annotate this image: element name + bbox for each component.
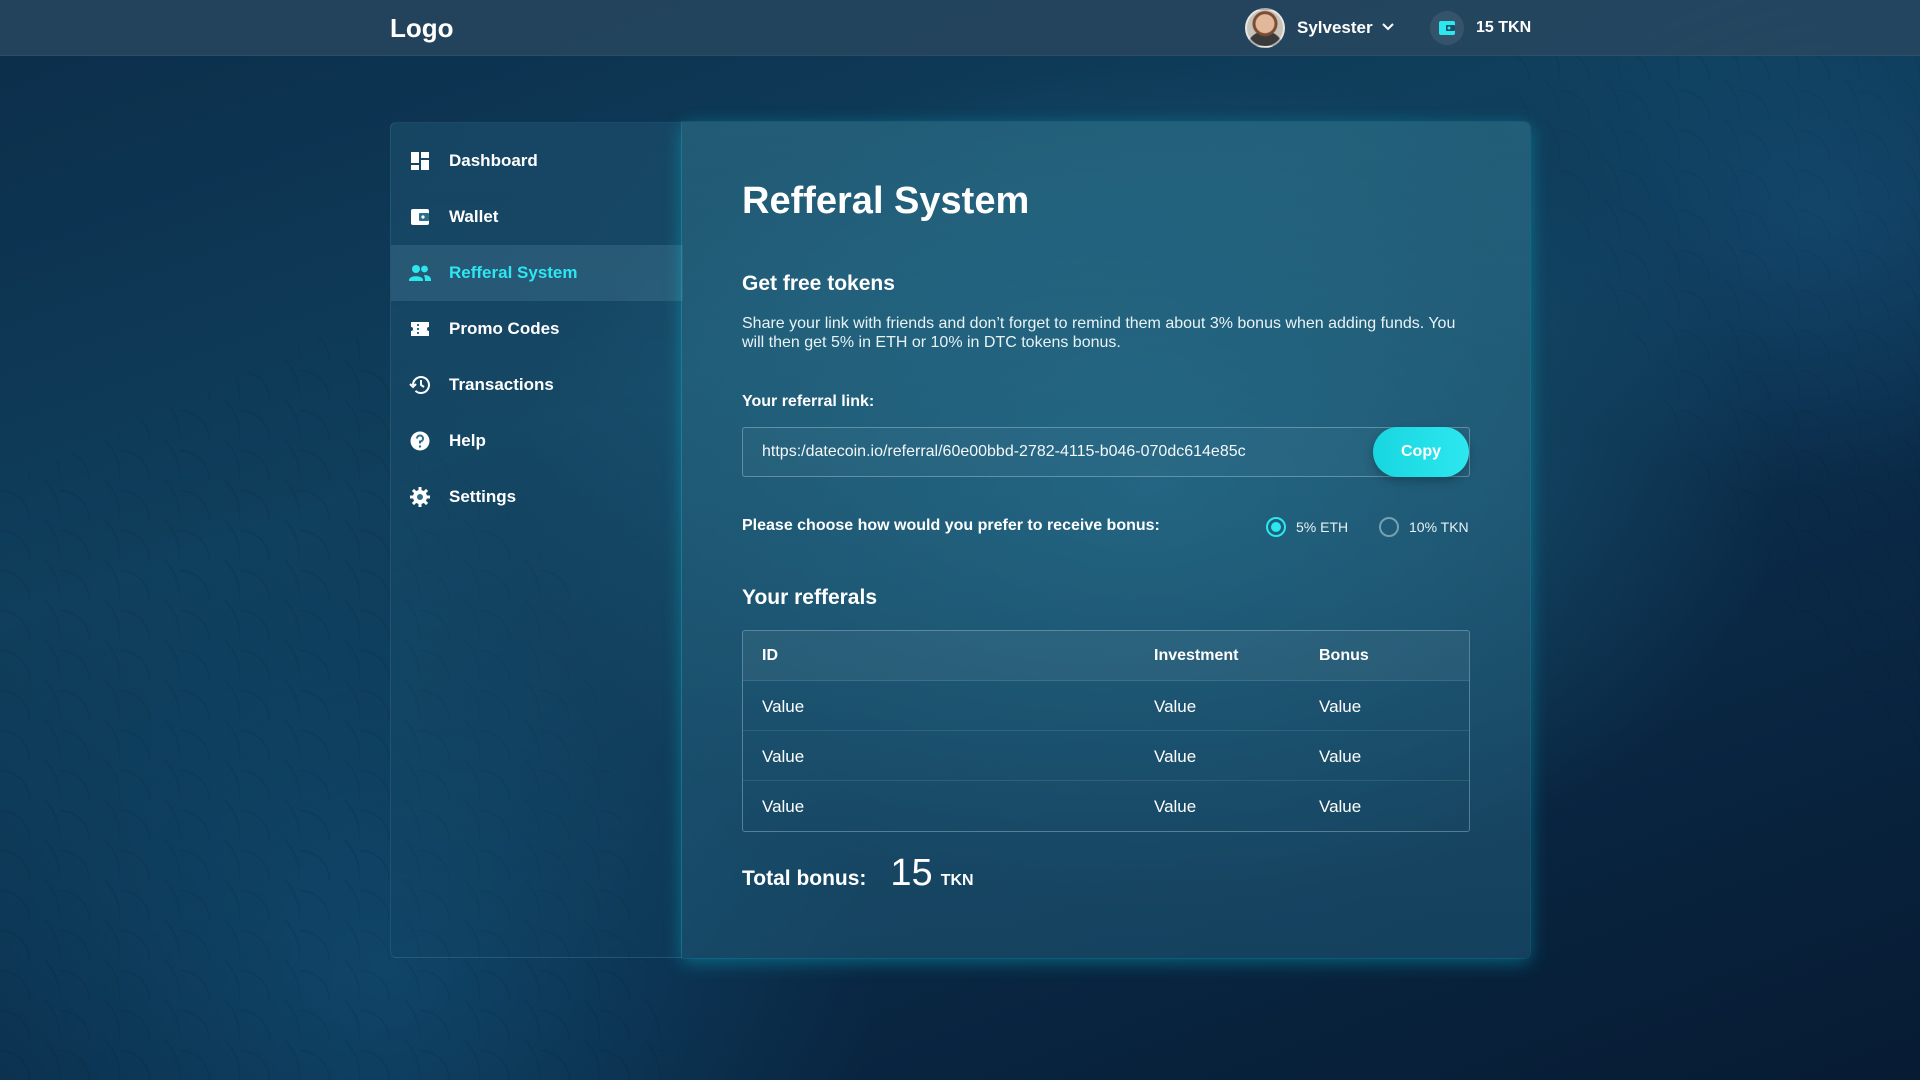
radio-button[interactable] <box>1266 517 1286 537</box>
column-header-investment: Investment <box>1154 647 1239 664</box>
free-tokens-heading: Get free tokens <box>742 272 895 295</box>
balance-value: 15 TKN <box>1476 19 1532 36</box>
table-cell: Value <box>1319 747 1362 766</box>
sidebar-item-dashboard[interactable]: Dashboard <box>391 133 683 189</box>
sidebar-item-settings[interactable]: Settings <box>391 469 683 525</box>
dashboard-icon <box>409 150 431 172</box>
table-cell: Value <box>1319 697 1362 716</box>
column-header-id: ID <box>762 647 778 664</box>
sidebar-item-label: Wallet <box>449 207 499 226</box>
copy-button[interactable]: Copy <box>1373 427 1469 477</box>
table-cell: Value <box>1154 797 1197 816</box>
people-icon <box>409 262 431 284</box>
table-cell: Value <box>762 697 805 716</box>
total-bonus: Total bonus: 15 TKN <box>742 852 974 895</box>
history-icon <box>409 374 431 396</box>
radio-label: 10% TKN <box>1409 519 1469 535</box>
referrals-table: ID Investment Bonus Value Value Value Va… <box>742 630 1470 832</box>
page-title: Refferal System <box>742 180 1030 222</box>
referral-link-value: https:/datecoin.io/referral/60e00bbd-278… <box>762 443 1246 460</box>
referral-link-field[interactable]: https:/datecoin.io/referral/60e00bbd-278… <box>742 427 1470 477</box>
sidebar-item-label: Promo Codes <box>449 319 560 338</box>
sidebar-item-wallet[interactable]: Wallet <box>391 189 683 245</box>
sidebar: Dashboard Wallet Refferal System Promo C… <box>390 122 683 958</box>
ticket-icon <box>409 318 431 340</box>
sidebar-item-label: Help <box>449 431 486 450</box>
table-cell: Value <box>1319 797 1362 816</box>
top-bar: Logo Sylvester 15 TKN <box>0 0 1920 56</box>
referral-description: Share your link with friends and don’t f… <box>742 315 1456 351</box>
sidebar-item-label: Refferal System <box>449 263 578 282</box>
user-name: Sylvester <box>1297 18 1373 37</box>
sidebar-item-promo-codes[interactable]: Promo Codes <box>391 301 683 357</box>
table-header-row: ID Investment Bonus <box>743 631 1469 681</box>
help-icon <box>409 430 431 452</box>
bonus-prompt: Please choose how would you prefer to re… <box>742 517 1160 534</box>
sidebar-item-label: Transactions <box>449 375 554 394</box>
wallet-icon <box>409 206 431 228</box>
radio-button[interactable] <box>1379 517 1399 537</box>
total-bonus-label: Total bonus: <box>742 867 867 890</box>
wallet-icon <box>1430 11 1464 45</box>
table-cell: Value <box>762 797 805 816</box>
table-row: Value Value Value <box>743 781 1469 831</box>
sidebar-item-label: Dashboard <box>449 151 538 170</box>
user-menu[interactable]: Sylvester <box>1245 8 1395 48</box>
radio-option-tkn[interactable]: 10% TKN <box>1379 517 1469 537</box>
table-row: Value Value Value <box>743 731 1469 781</box>
total-bonus-value: 15 <box>890 852 933 894</box>
sidebar-item-refferal-system[interactable]: Refferal System <box>391 245 683 301</box>
table-row: Value Value Value <box>743 681 1469 731</box>
logo[interactable]: Logo <box>390 13 454 44</box>
radio-label: 5% ETH <box>1296 519 1349 535</box>
avatar <box>1245 8 1285 48</box>
referrals-heading: Your refferals <box>742 586 877 609</box>
sidebar-item-transactions[interactable]: Transactions <box>391 357 683 413</box>
main-panel: Refferal System Get free tokens Share yo… <box>682 122 1530 958</box>
table-cell: Value <box>1154 697 1197 716</box>
gear-icon <box>409 486 431 508</box>
table-cell: Value <box>1154 747 1197 766</box>
token-balance[interactable]: 15 TKN <box>1430 11 1531 45</box>
radio-option-eth[interactable]: 5% ETH <box>1266 517 1348 537</box>
total-bonus-unit: TKN <box>940 872 974 889</box>
sidebar-item-help[interactable]: Help <box>391 413 683 469</box>
sidebar-item-label: Settings <box>449 487 517 506</box>
chevron-down-icon <box>1381 21 1395 35</box>
referral-link-label: Your referral link: <box>742 393 875 410</box>
table-cell: Value <box>762 747 805 766</box>
column-header-bonus: Bonus <box>1319 647 1369 664</box>
